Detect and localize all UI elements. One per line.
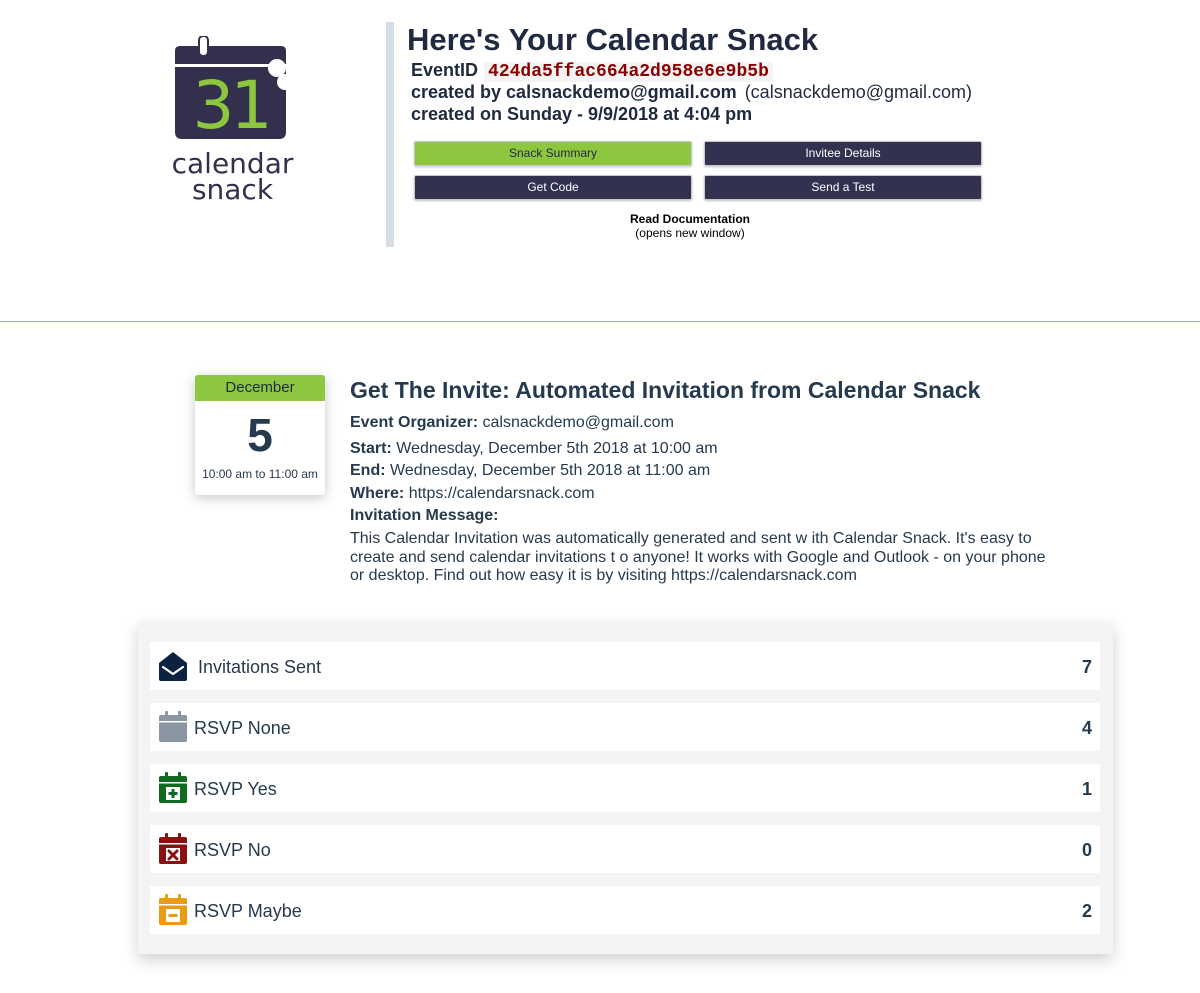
stat-rsvp-maybe[interactable]: RSVP Maybe 2 <box>150 886 1100 934</box>
calendar-plus-icon <box>159 772 187 803</box>
documentation-note: (opens new window) <box>635 226 745 240</box>
event-title: Get The Invite: Automated Invitation fro… <box>350 377 981 403</box>
stat-label: RSVP No <box>194 840 271 860</box>
stat-count: 4 <box>1081 718 1092 738</box>
calendar-minus-icon <box>159 894 187 925</box>
created-by-email: (calsnackdemo@gmail.com) <box>744 82 973 102</box>
read-documentation-link[interactable]: Read Documentation <box>590 212 790 226</box>
organizer-value: calsnackdemo@gmail.com <box>482 414 674 431</box>
event-month: December <box>195 375 325 401</box>
where-value: https://calendarsnack.com <box>408 485 595 502</box>
created-on-row: created on Sunday - 9/9/2018 at 4:04 pm <box>411 104 753 124</box>
calendar-times-icon <box>159 833 187 864</box>
section-divider <box>0 321 1200 322</box>
stat-rsvp-no[interactable]: RSVP No 0 <box>150 825 1100 873</box>
stat-count: 7 <box>1081 657 1092 677</box>
end-label: End: <box>350 462 386 479</box>
stat-count: 2 <box>1081 901 1092 921</box>
stat-label: Invitations Sent <box>198 657 322 677</box>
rsvp-stats-panel: Invitations Sent 7 RSVP None 4 RSVP Yes … <box>138 622 1113 954</box>
where-label: Where: <box>350 485 405 502</box>
send-test-button[interactable]: Send a Test <box>704 175 982 200</box>
calendar-icon <box>159 711 187 742</box>
event-id-label: EventID <box>411 60 479 80</box>
event-start: Start: Wednesday, December 5th 2018 at 1… <box>350 440 718 458</box>
stat-rsvp-none[interactable]: RSVP None 4 <box>150 703 1100 751</box>
stat-label: RSVP Maybe <box>194 901 302 921</box>
event-day: 5 <box>247 409 273 461</box>
get-code-button[interactable]: Get Code <box>414 175 692 200</box>
end-value: Wednesday, December 5th 2018 at 11:00 am <box>390 462 711 479</box>
event-organizer: Event Organizer: calsnackdemo@gmail.com <box>350 414 674 432</box>
organizer-label: Event Organizer: <box>350 414 479 431</box>
start-label: Start: <box>350 440 392 457</box>
invitation-message-label: Invitation Message: <box>350 507 499 524</box>
invitation-message: This Calendar Invitation was automatical… <box>350 530 1046 584</box>
start-value: Wednesday, December 5th 2018 at 10:00 am <box>396 440 718 457</box>
logo-number: 31 <box>192 67 273 144</box>
event-end: End: Wednesday, December 5th 2018 at 11:… <box>350 462 710 480</box>
stat-label: RSVP Yes <box>194 779 277 799</box>
event-where: Where: https://calendarsnack.com <box>350 485 595 503</box>
event-id-row: EventID 424da5ffac664a2d958e6e9b5b <box>411 60 773 82</box>
invitee-details-button[interactable]: Invitee Details <box>704 141 982 166</box>
stat-invitations-sent[interactable]: Invitations Sent 7 <box>150 642 1100 690</box>
envelope-open-icon <box>159 652 187 681</box>
stat-label: RSVP None <box>194 718 291 738</box>
stat-count: 0 <box>1081 840 1092 860</box>
snack-summary-button[interactable]: Snack Summary <box>414 141 692 166</box>
header-accent-bar <box>386 22 394 247</box>
logo-word-snack: snack <box>191 173 274 206</box>
created-by-label: created by calsnackdemo@gmail.com <box>411 82 737 102</box>
event-id-value: 424da5ffac664a2d958e6e9b5b <box>484 62 773 82</box>
page-title: Here's Your Calendar Snack <box>407 22 819 57</box>
calendar-snack-logo: 31 calendar snack <box>170 30 295 205</box>
event-date-card: December 5 10:00 am to 11:00 am <box>195 375 325 495</box>
event-time-range: 10:00 am to 11:00 am <box>202 467 318 481</box>
stat-count: 1 <box>1081 779 1092 799</box>
stat-rsvp-yes[interactable]: RSVP Yes 1 <box>150 764 1100 812</box>
created-by-row: created by calsnackdemo@gmail.com (calsna… <box>411 82 972 103</box>
